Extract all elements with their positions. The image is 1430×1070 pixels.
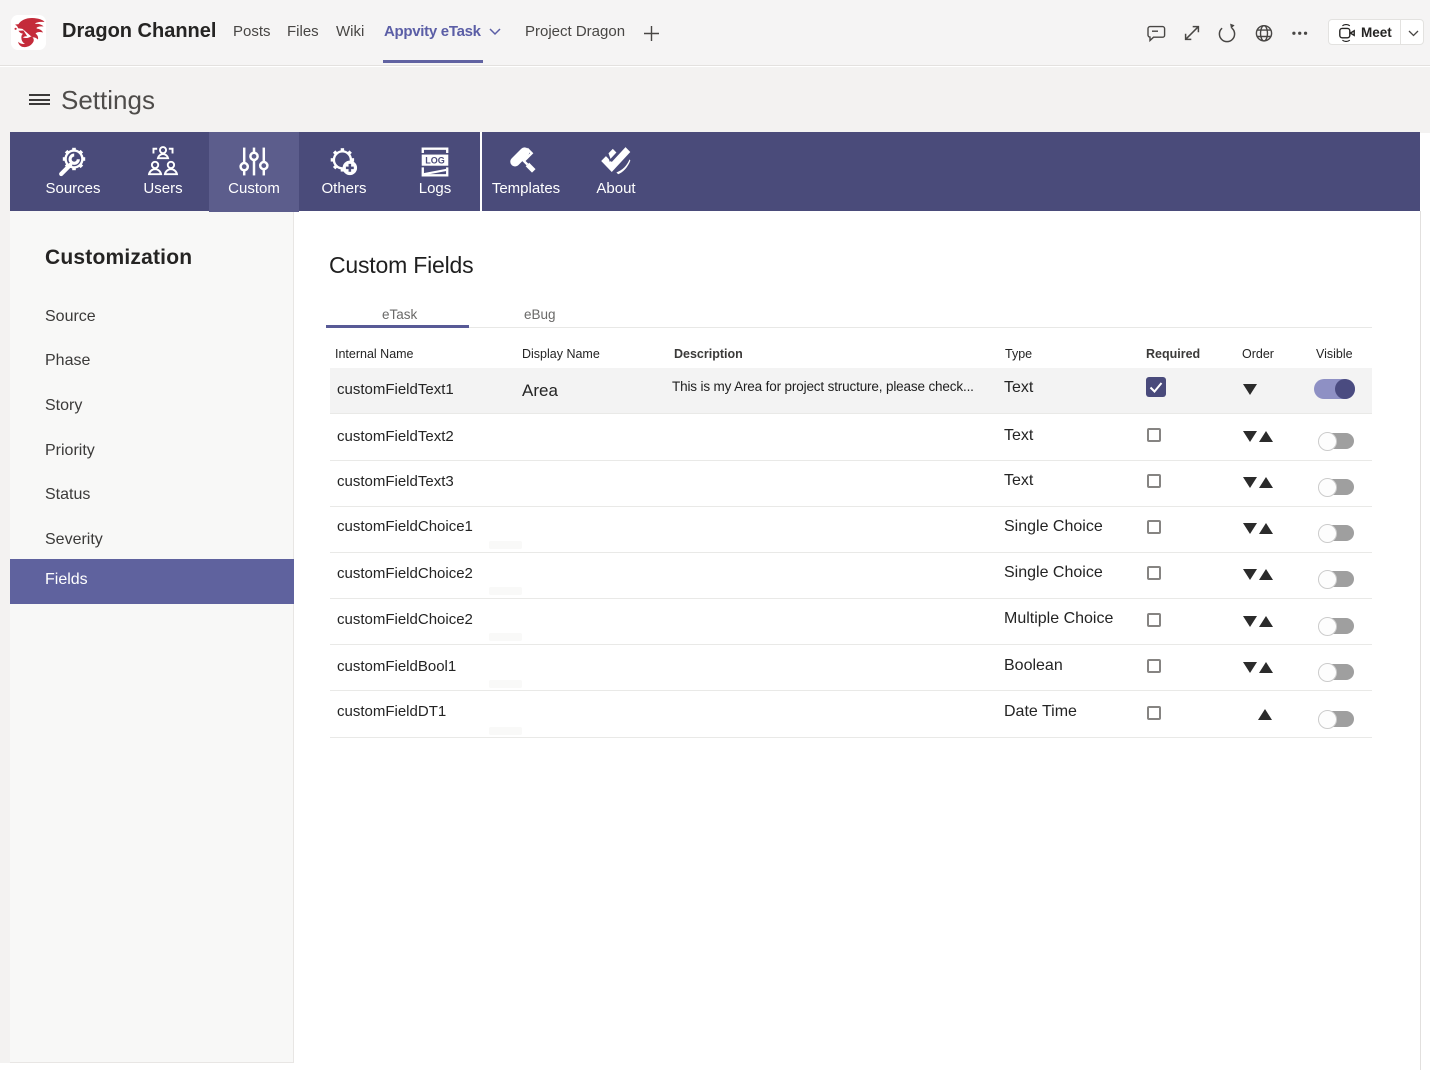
svg-text:LOG: LOG [425,156,445,166]
